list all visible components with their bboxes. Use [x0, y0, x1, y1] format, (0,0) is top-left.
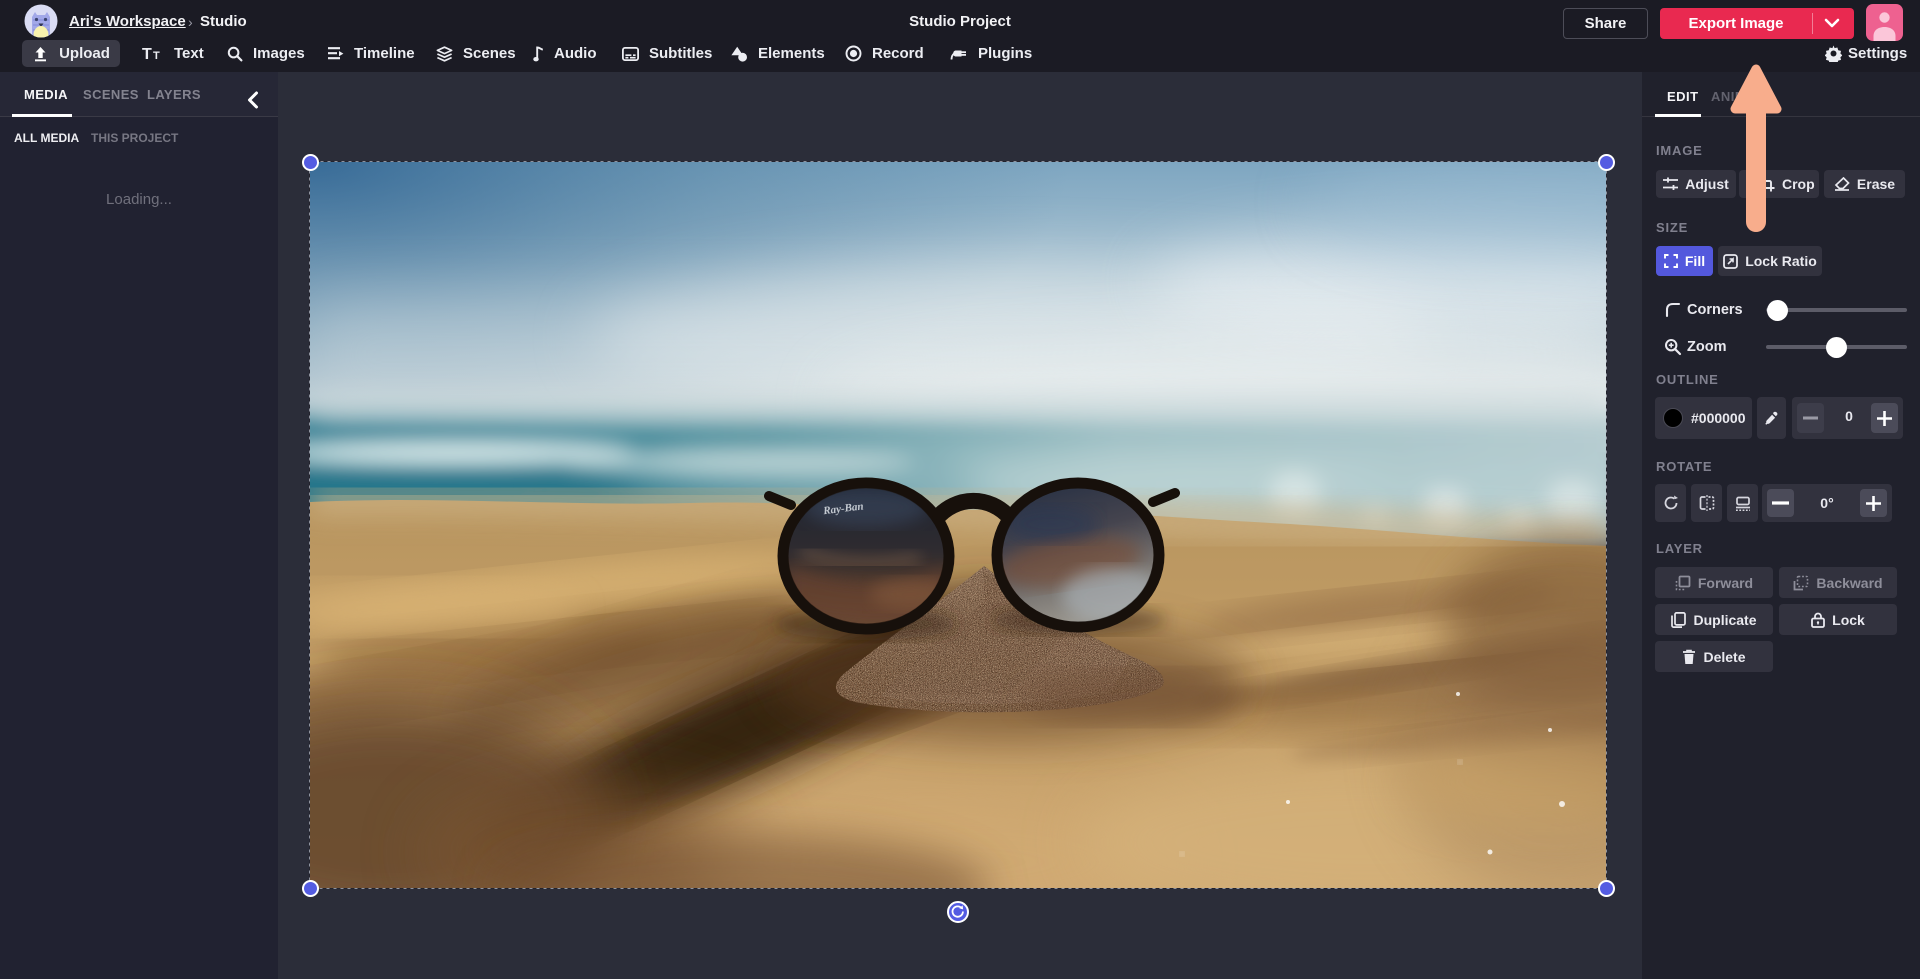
svg-text:T: T [153, 50, 160, 62]
svg-text:T: T [142, 46, 152, 62]
